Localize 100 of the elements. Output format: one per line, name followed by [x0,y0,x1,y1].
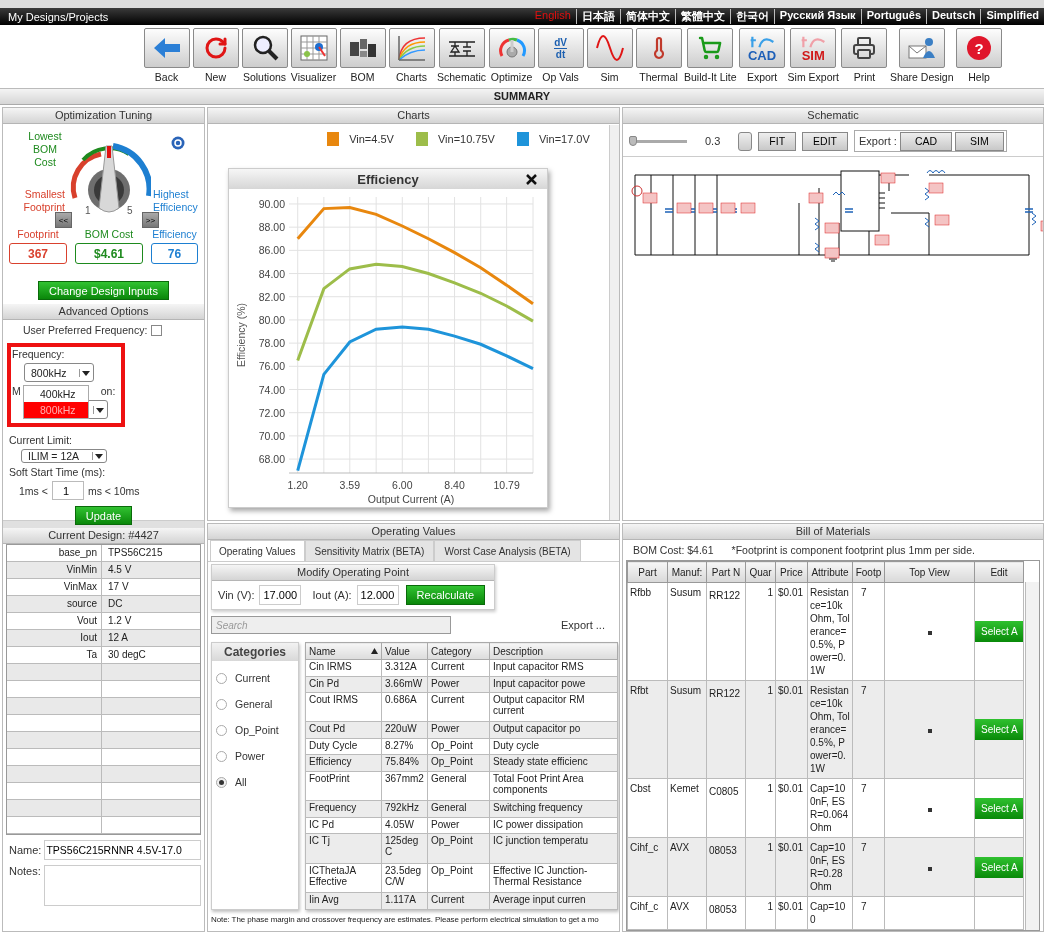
radio-button[interactable] [216,698,227,710]
spinner[interactable] [738,131,753,151]
highest-efficiency-label: Highest Efficiency [153,188,198,214]
language-link[interactable]: Simplified [980,9,1044,24]
toolbar-button[interactable]: dV dt [537,28,584,68]
tick-label: 3.59 [339,479,360,491]
tab[interactable]: Worst Case Analysis (BETA) [434,540,581,561]
iout-field[interactable]: 12.000 [356,585,399,605]
search-field[interactable]: Search [211,616,451,634]
toolbar-button[interactable] [841,28,888,68]
metric-label: BOM Cost [84,228,134,241]
column-header[interactable]: Description [489,642,618,660]
export-link[interactable]: Export ... [560,619,605,631]
toolbar-button[interactable]: CAD [739,28,786,68]
table-cell: Op_Point [427,863,490,893]
close-icon[interactable] [526,174,537,185]
radio-label: General [235,698,273,710]
export-button[interactable]: SIM [955,131,1004,151]
export-button[interactable]: CAD [899,131,953,151]
footprint-icon [927,866,932,871]
chart-title: Efficiency [357,171,419,187]
language-link[interactable]: 한국어 [729,9,774,24]
column-header[interactable]: Quar [745,561,776,583]
scrollbar[interactable] [609,125,619,520]
fit-button[interactable]: FIT [758,131,797,151]
soft-start-input[interactable]: 1 [51,481,84,500]
language-link[interactable]: 繁體中文 [674,9,730,24]
column-header[interactable]: Top View [884,561,975,583]
tab[interactable]: Operating Values [210,540,305,561]
toolbar-label: Help [968,71,990,83]
column-header[interactable]: Footp [852,561,885,583]
column-header[interactable]: Value [381,642,428,660]
table-cell: 7 [852,837,885,897]
next-button[interactable]: >> [142,212,159,228]
language-link[interactable]: Deutsch [926,9,981,24]
scrollbar[interactable] [1025,582,1039,930]
toolbar-label: Charts [396,71,427,83]
table-cell: $0.01 [775,778,808,838]
column-header[interactable]: Attribute [807,561,853,583]
tick-label: 70.00 [258,429,285,442]
categories-title: Categories [212,643,298,661]
radio-button[interactable] [216,776,227,788]
property-name: Ta [7,647,102,664]
slider-thumb[interactable] [629,135,637,146]
table-cell: $0.01 [775,680,808,779]
notes-field[interactable] [43,865,201,906]
vin-field[interactable]: 17.000 [259,585,302,605]
table-cell: Cihf_c [627,837,668,897]
tick-label: 90.00 [258,197,285,210]
lowest-cost-label: Lowest BOM Cost [27,130,63,169]
toolbar-button[interactable]: SIM [790,28,837,68]
legend-label: Vin=4.5V [349,133,394,145]
radio-button[interactable] [216,750,227,762]
tick-label: 10.79 [493,479,520,491]
toolbar-button[interactable] [339,28,386,68]
language-link[interactable]: Русский Язык [773,9,861,24]
table-cell: Cout IRMS [305,692,382,722]
column-header[interactable]: Name [305,642,382,660]
column-header[interactable]: Price [775,561,808,583]
panel-title: Bill of Materials [623,524,1043,540]
language-link[interactable]: Português [860,9,927,24]
radio-label: Op_Point [235,724,279,736]
toolbar-button[interactable] [241,28,288,68]
previous-button[interactable]: << [55,212,72,228]
table-cell: Total Foot Print Area components [489,771,618,801]
table-cell: 1 [745,778,776,838]
toolbar-label: Sim [600,71,619,83]
name-field[interactable]: TPS56C215RNNR 4.5V-17.0 [44,840,201,860]
tick-label: 72.00 [258,406,285,419]
edit-button[interactable]: EDIT [802,131,848,151]
table-cell: Cbst [627,778,668,838]
column-header[interactable]: Category [427,642,490,660]
table-cell: Cihf_c [627,896,668,930]
radio-button[interactable] [216,672,227,684]
column-header[interactable]: Manuf: [667,561,707,583]
tick-label: 82.00 [258,290,285,303]
tick-label: 84.00 [258,267,285,280]
toolbar-button[interactable] [438,28,485,68]
column-header[interactable]: Edit [974,561,1024,583]
column-header[interactable]: Part [627,561,668,583]
radio-button[interactable] [216,724,227,736]
checkbox[interactable] [151,324,163,336]
panel-title: Schematic [623,108,1043,124]
table-cell: 08053 [706,837,746,897]
footprint-icon [927,631,932,635]
field-label: Name: [9,843,42,858]
tab[interactable]: Sensitivity Matrix (BETA) [304,540,435,561]
current-limit-select[interactable]: ILIM = 12A [21,449,107,463]
table-cell: C0805 [706,778,746,838]
language-link[interactable]: 简体中文 [619,9,675,24]
property-value: 17 V [102,579,200,596]
metric-value: 367 [9,243,67,264]
summary-title: SUMMARY [0,88,1044,105]
table-cell: Susum [667,582,707,681]
frequency-select[interactable]: 800kHz [24,363,94,382]
toolbar-button[interactable]: ? [956,28,1003,68]
table-cell: 7 [852,778,885,838]
column-header[interactable]: Part N [706,561,746,583]
language-link[interactable]: 日本語 [575,9,620,24]
help-glyph: ? [967,36,992,60]
